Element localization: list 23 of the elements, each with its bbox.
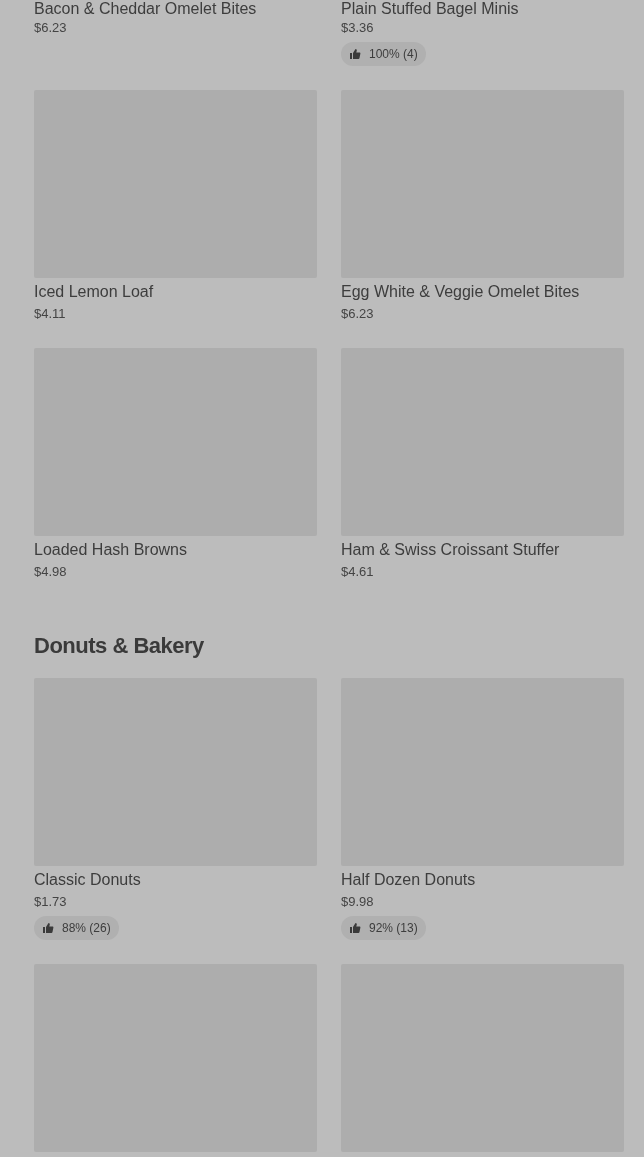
item-name: Egg White & Veggie Omelet Bites xyxy=(341,282,581,302)
item-name: Bacon & Cheddar Omelet Bites xyxy=(34,0,258,18)
item-price: $6.23 xyxy=(341,305,375,323)
item-price: $4.61 xyxy=(341,563,375,581)
item-price: $9.98 xyxy=(341,893,375,911)
rating-text: 92% (13) xyxy=(369,920,418,937)
item-name: Half Dozen Donuts xyxy=(341,870,477,890)
thumbs-up-icon xyxy=(349,48,361,60)
item-name: Ham & Swiss Croissant Stuffer xyxy=(341,540,561,560)
item-price: $6.23 xyxy=(34,19,68,37)
item-name: Classic Donuts xyxy=(34,870,142,890)
item-price: $4.98 xyxy=(34,563,68,581)
item-name: Plain Stuffed Bagel Minis xyxy=(341,0,520,18)
rating-text: 100% (4) xyxy=(369,46,418,63)
item-price: $1.73 xyxy=(34,893,68,911)
thumbs-up-icon xyxy=(349,922,361,934)
rating-text: 88% (26) xyxy=(62,920,111,937)
section-title: Donuts & Bakery xyxy=(34,632,205,660)
item-name: Loaded Hash Browns xyxy=(34,540,188,560)
thumbs-up-icon xyxy=(42,922,54,934)
item-price: $4.11 xyxy=(34,305,67,323)
item-price: $3.36 xyxy=(341,19,375,37)
item-name: Iced Lemon Loaf xyxy=(34,282,155,302)
